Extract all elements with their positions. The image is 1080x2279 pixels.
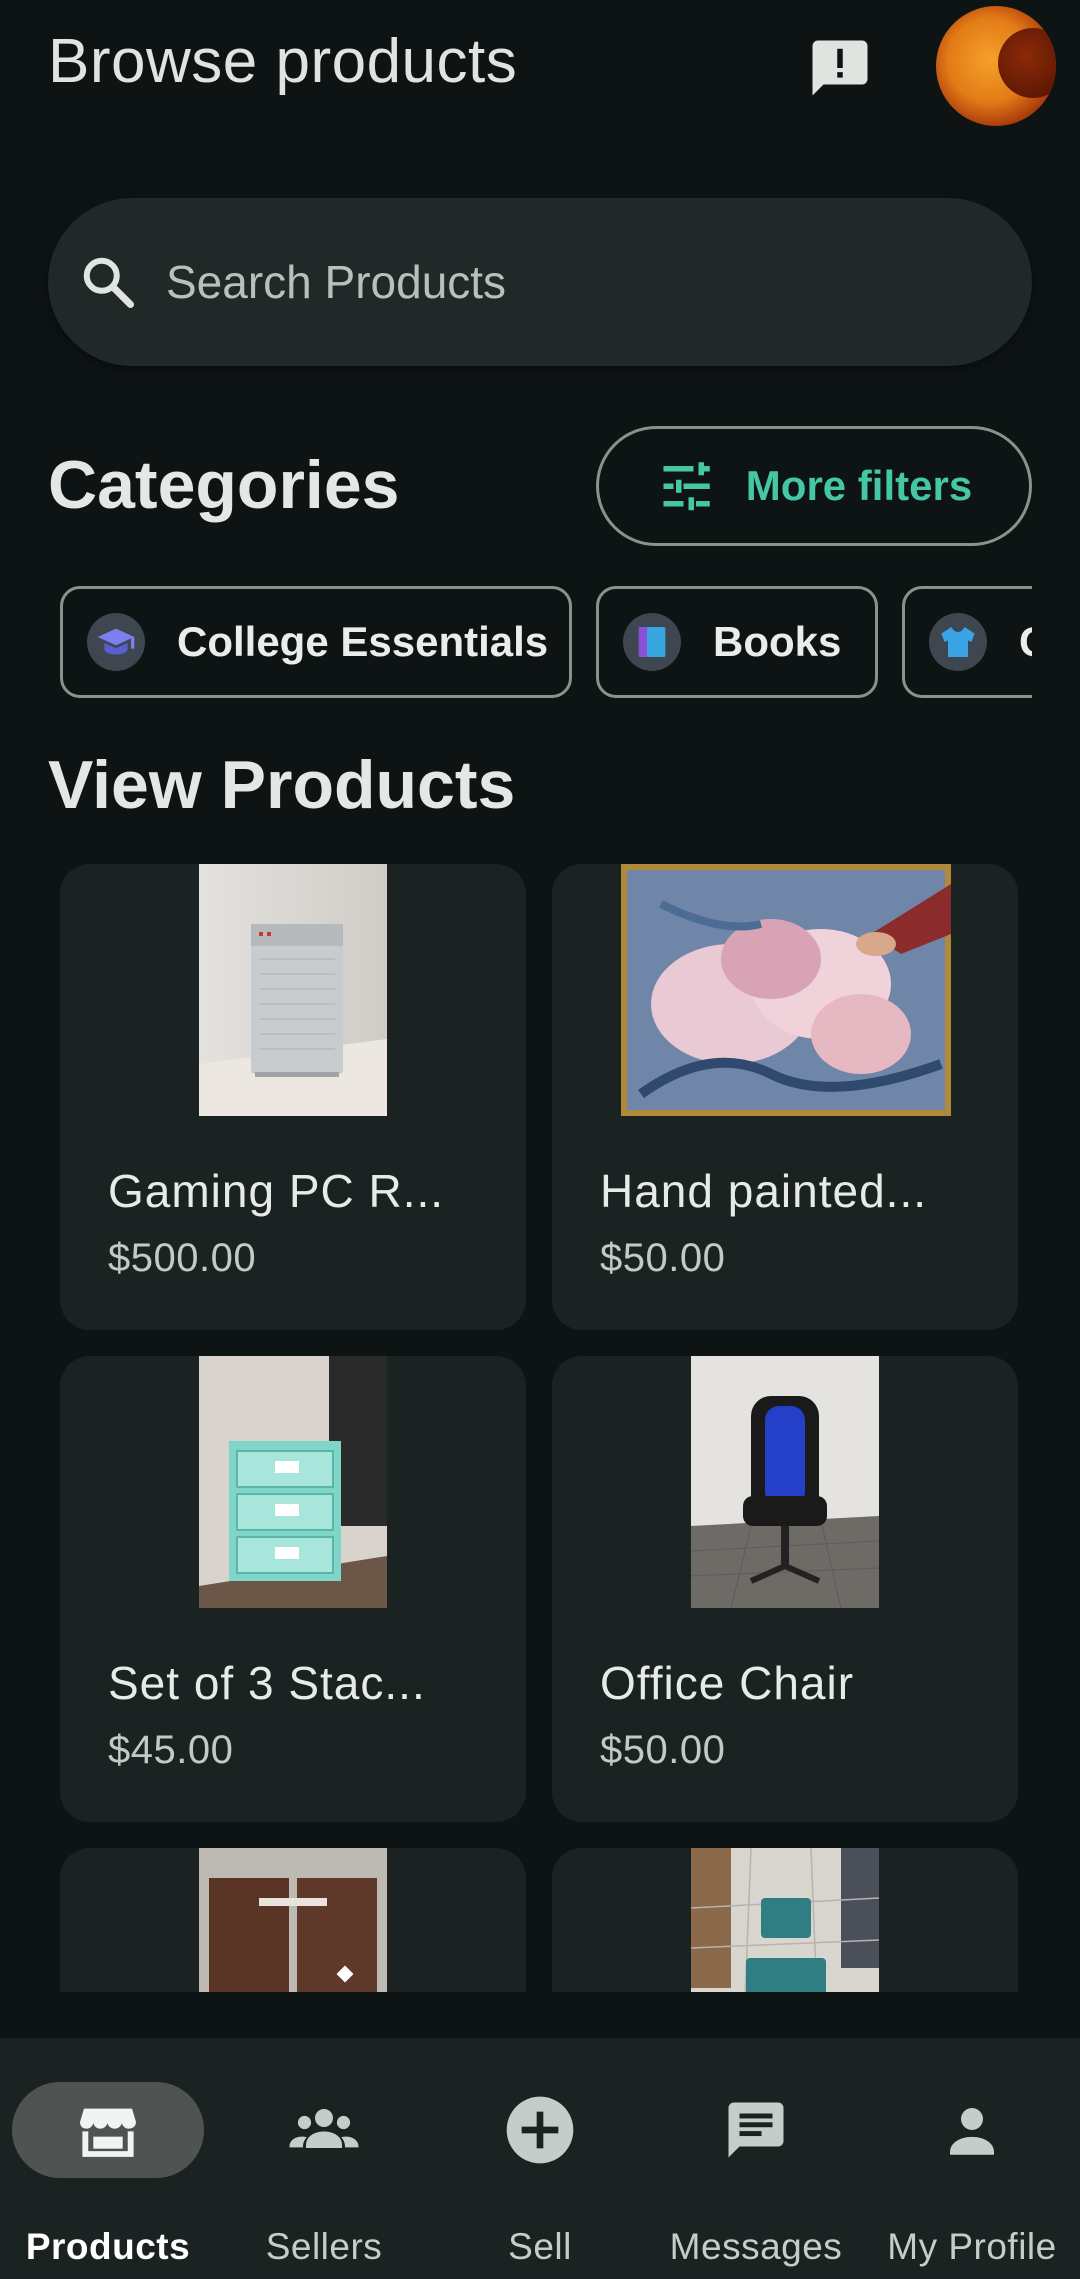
nav-active-indicator [12, 2082, 204, 2178]
nav-messages[interactable]: Messages [648, 2038, 864, 2279]
product-card[interactable]: Gaming PC R... $500.00 [60, 864, 526, 1330]
product-image [691, 1848, 879, 1992]
books-icon [623, 613, 681, 671]
nav-label: Sell [508, 2226, 572, 2267]
add-circle-icon [506, 2096, 574, 2164]
feedback-button[interactable] [800, 28, 880, 108]
more-filters-button[interactable]: More filters [596, 426, 1032, 546]
feedback-icon [812, 40, 868, 96]
avatar-image [998, 28, 1056, 98]
storefront-icon [80, 2108, 136, 2157]
product-price: $45.00 [108, 1728, 234, 1772]
avatar[interactable] [936, 6, 1056, 126]
browse-products-screen: Browse products Categories [0, 0, 1080, 2279]
product-price: $500.00 [108, 1236, 257, 1280]
search-bar[interactable] [48, 198, 1032, 366]
nav-sellers[interactable]: Sellers [216, 2038, 432, 2279]
chip-label: Clothing [1019, 618, 1032, 666]
product-name: Office Chair [600, 1657, 855, 1709]
chip-books[interactable]: Books [596, 586, 878, 698]
product-card[interactable] [60, 1848, 526, 1992]
product-name: Set of 3 Stac... [108, 1657, 426, 1709]
product-grid: Gaming PC R... $500.00 Hand painted... $… [60, 864, 1020, 1992]
message-icon [728, 2102, 784, 2158]
product-name: Gaming PC R... [108, 1165, 445, 1217]
chip-clothing[interactable]: Clothing [902, 586, 1032, 698]
product-card[interactable] [552, 1848, 1018, 1992]
nav-icon-container [444, 2082, 636, 2178]
graduation-cap-icon [87, 613, 145, 671]
product-image [691, 1356, 879, 1608]
search-icon [78, 252, 138, 312]
product-image [621, 864, 951, 1116]
nav-label: Sellers [265, 2226, 383, 2267]
nav-icon-container [876, 2082, 1068, 2178]
product-image [199, 864, 387, 1116]
product-price: $50.00 [600, 1728, 726, 1772]
nav-label: Messages [669, 2226, 843, 2267]
product-card[interactable]: Set of 3 Stac... $45.00 [60, 1356, 526, 1822]
nav-icon-container [228, 2082, 420, 2178]
chip-label: College Essentials [177, 618, 549, 665]
bottom-navigation: Products Sellers Sell Messages My Profil… [0, 2038, 1080, 2279]
nav-sell[interactable]: Sell [432, 2038, 648, 2279]
product-image [199, 1848, 387, 1992]
search-input[interactable] [166, 255, 946, 309]
sweater-icon [929, 613, 987, 671]
product-name: Hand painted... [600, 1165, 928, 1217]
product-image [199, 1356, 387, 1608]
top-app-bar: Browse products [0, 0, 1080, 130]
person-icon [950, 2108, 994, 2155]
tune-icon [663, 462, 710, 511]
chip-label: Books [713, 618, 842, 665]
more-filters-label: More filters [745, 462, 973, 509]
product-card[interactable]: Office Chair $50.00 [552, 1356, 1018, 1822]
product-card[interactable]: Hand painted... $50.00 [552, 864, 1018, 1330]
page-title: Browse products [48, 27, 518, 96]
view-products-heading: View Products [48, 747, 516, 823]
nav-label: Products [25, 2226, 191, 2267]
category-chips: College Essentials Books Clothing [60, 586, 1032, 700]
chip-college-essentials[interactable]: College Essentials [60, 586, 572, 698]
product-price: $50.00 [600, 1236, 726, 1280]
nav-label: My Profile [887, 2226, 1057, 2267]
nav-icon-container [660, 2082, 852, 2178]
group-icon [289, 2109, 359, 2148]
categories-heading: Categories [48, 447, 400, 523]
nav-my-profile[interactable]: My Profile [864, 2038, 1080, 2279]
nav-products[interactable]: Products [0, 2038, 216, 2279]
